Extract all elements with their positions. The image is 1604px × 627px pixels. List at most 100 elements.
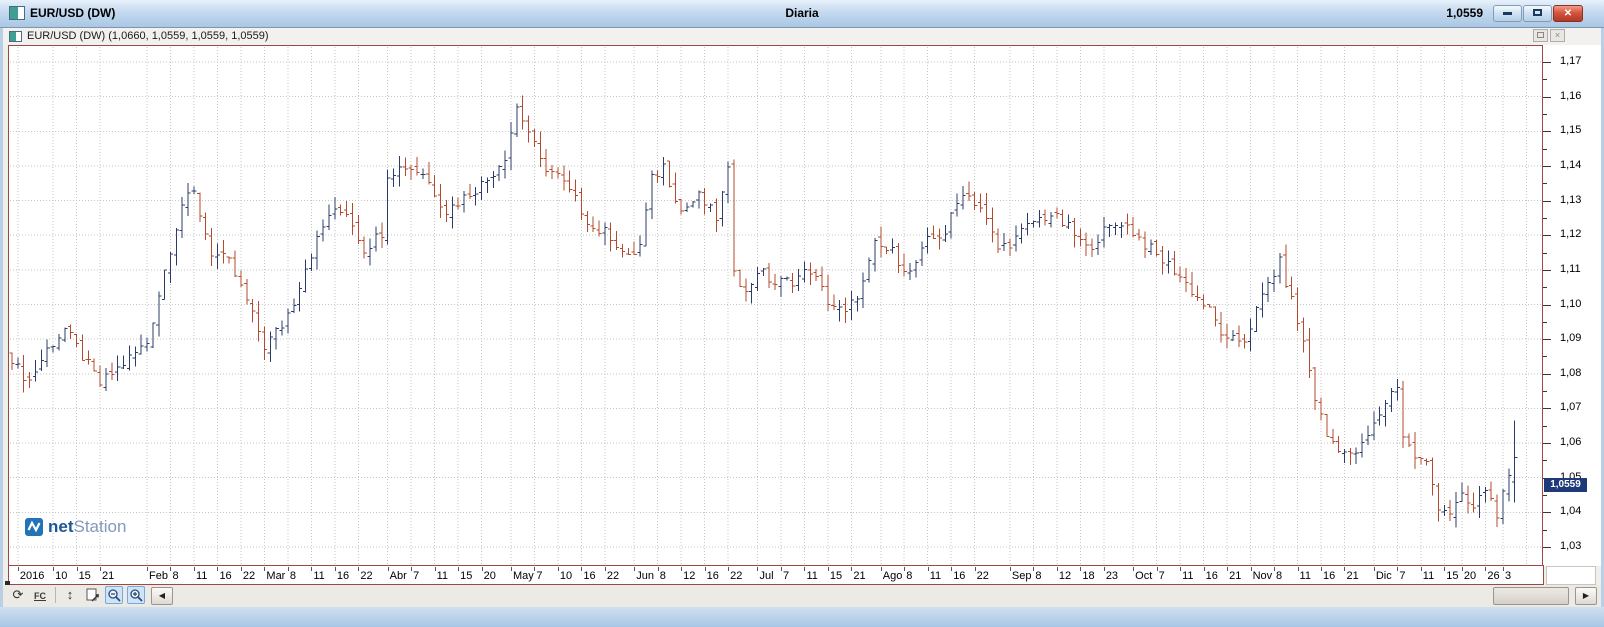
refresh-data-button[interactable]: ⟳ — [9, 586, 27, 604]
price-axis-tick — [1543, 547, 1551, 548]
ohlc-chart[interactable] — [9, 46, 1542, 565]
time-axis-tick — [1157, 567, 1158, 571]
time-axis-label: 10 — [55, 570, 67, 582]
chart-window-icon — [9, 6, 25, 20]
time-axis-tick — [828, 567, 829, 571]
chart-header-bar[interactable]: EUR/USD (DW) (1,0660, 1,0559, 1,0559, 1,… — [3, 28, 1601, 45]
time-axis-tick — [170, 567, 171, 571]
logo-text-net: net — [48, 517, 74, 537]
price-axis-minor-tick — [1543, 218, 1547, 219]
bottom-toolbar: ⟳ FC ↕ — [3, 585, 1601, 607]
price-axis-tick — [1543, 235, 1551, 236]
netstation-logo-icon — [25, 518, 43, 536]
time-axis-label: 23 — [1106, 570, 1118, 582]
timeframe-title: Diaria — [785, 6, 818, 20]
time-axis-label: 21 — [102, 570, 114, 582]
scrollbar-right-arrow[interactable]: ▶ — [1575, 587, 1597, 605]
time-axis-label: 22 — [607, 570, 619, 582]
time-axis-tick — [728, 567, 729, 571]
zoom-in-button[interactable] — [127, 586, 145, 604]
time-axis-tick — [241, 567, 242, 571]
time-axis-label: 11 — [313, 570, 324, 582]
time-axis-tick — [482, 567, 483, 571]
time-axis-label: Dic — [1376, 570, 1392, 582]
price-axis-label: 1,08 — [1560, 367, 1581, 379]
time-axis-tick — [534, 567, 535, 571]
time-axis-tick — [1503, 567, 1504, 571]
time-axis-tick — [1251, 567, 1252, 571]
inner-close-button[interactable]: × — [1550, 29, 1565, 42]
time-axis-tick — [288, 567, 289, 571]
time-axis-tick — [1104, 567, 1105, 571]
time-axis-tick — [804, 567, 805, 571]
time-axis-tick — [1133, 567, 1134, 571]
time-axis-tick — [1444, 567, 1445, 571]
time-axis-label: 21 — [853, 570, 865, 582]
time-axis-label: 11 — [806, 570, 817, 582]
app-window: EUR/USD (DW) Diaria 1,0559 ✕ EUR/USD (DW… — [0, 0, 1604, 627]
zoom-reset-button[interactable] — [83, 586, 101, 604]
time-axis-tick — [658, 567, 659, 571]
chart-plot-area[interactable]: netStation — [8, 45, 1543, 566]
time-axis-label: 21 — [1229, 570, 1241, 582]
time-axis-tick — [1010, 567, 1011, 571]
time-axis-label: 22 — [730, 570, 742, 582]
time-axis[interactable]: 2016101521Feb8111622Mar8111622Abr7111520… — [8, 565, 1544, 585]
time-axis-label: 11 — [1182, 570, 1193, 582]
time-axis-label: Sep — [1012, 570, 1032, 582]
zoom-in-icon — [129, 588, 143, 602]
time-axis-label: 16 — [953, 570, 965, 582]
time-axis-label: 18 — [1082, 570, 1094, 582]
maximize-button[interactable] — [1523, 5, 1552, 22]
chart-mini-icon — [9, 31, 22, 42]
price-axis-label: 1,07 — [1560, 401, 1581, 413]
scrollbar-thumb[interactable] — [1493, 587, 1569, 605]
page-zoom-icon — [85, 588, 99, 602]
time-axis-tick — [435, 567, 436, 571]
price-axis-label: 1,17 — [1560, 55, 1581, 67]
price-axis-label: 1,06 — [1560, 436, 1581, 448]
time-axis-label: 20 — [484, 570, 496, 582]
price-axis-minor-tick — [1543, 530, 1547, 531]
chart-readout: EUR/USD (DW) (1,0660, 1,0559, 1,0559, 1,… — [27, 30, 269, 42]
time-axis-label: 8 — [172, 570, 178, 582]
time-axis-tick — [1485, 567, 1486, 571]
time-axis-label: 11 — [930, 570, 941, 582]
time-axis-label: 7 — [536, 570, 542, 582]
price-axis-label: 1,14 — [1560, 159, 1581, 171]
time-axis-label: 16 — [337, 570, 349, 582]
time-axis-label: 11 — [196, 570, 207, 582]
time-axis-label: 16 — [1323, 570, 1335, 582]
price-axis-tick — [1543, 201, 1551, 202]
time-axis-tick — [1204, 567, 1205, 571]
time-axis-label: 20 — [1464, 570, 1476, 582]
client-area: EUR/USD (DW) (1,0660, 1,0559, 1,0559, 1,… — [3, 28, 1601, 607]
window-frame-bottom — [0, 607, 1604, 627]
fc-settings-button[interactable]: FC — [31, 586, 49, 604]
time-axis-tick — [904, 567, 905, 571]
price-axis-tick — [1543, 408, 1551, 409]
close-button[interactable]: ✕ — [1553, 5, 1583, 22]
zoom-out-button[interactable] — [105, 586, 123, 604]
minimize-button[interactable] — [1493, 5, 1522, 22]
title-bar[interactable]: EUR/USD (DW) Diaria 1,0559 ✕ — [0, 0, 1604, 28]
scrollbar-left-arrow[interactable]: ◀ — [151, 587, 173, 605]
inner-restore-button[interactable] — [1533, 29, 1548, 42]
time-axis-label: 15 — [79, 570, 91, 582]
scroll-left-icon: ◀ — [159, 591, 165, 600]
time-axis-label: 11 — [437, 570, 448, 582]
price-axis-minor-tick — [1543, 426, 1547, 427]
crosshair-button[interactable]: ↕ — [61, 586, 79, 604]
price-axis-tick — [1543, 374, 1551, 375]
price-axis-minor-tick — [1543, 114, 1547, 115]
refresh-icon: ⟳ — [13, 587, 24, 602]
time-axis-tick — [928, 567, 929, 571]
time-axis-tick — [311, 567, 312, 571]
time-axis-tick — [217, 567, 218, 571]
price-axis-tick — [1543, 512, 1551, 513]
price-axis-label: 1,04 — [1560, 505, 1581, 517]
time-axis-label: 8 — [906, 570, 912, 582]
time-axis-tick — [18, 567, 19, 571]
price-axis-tick — [1543, 131, 1551, 132]
zoom-out-icon — [107, 588, 121, 602]
